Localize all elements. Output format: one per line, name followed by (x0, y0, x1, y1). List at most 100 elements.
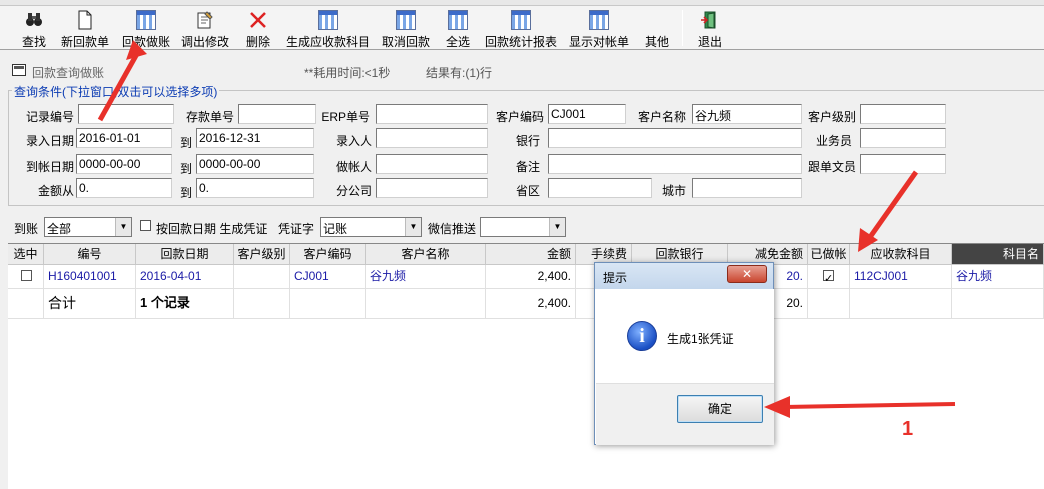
generate-ar-account-label: 生成应收款科目 (285, 35, 370, 49)
chevron-down-icon: ▼ (405, 218, 421, 236)
row-date: 2016-04-01 (136, 265, 234, 289)
load-edit-button[interactable]: 调出修改 (178, 8, 232, 49)
row-ar-account: 112CJ001 (850, 265, 952, 289)
entered-by-label: 录入人 (335, 134, 372, 148)
amount-from-input[interactable]: 0. (76, 178, 172, 198)
column-header-booked[interactable]: 已做帐 (808, 244, 850, 265)
grid-icon (589, 10, 609, 30)
total-blank-cell (234, 289, 290, 319)
grid-icon (318, 10, 338, 30)
voucher-by-date-label: 按回款日期 生成凭证 (156, 222, 268, 236)
receipt-report-button[interactable]: 回款统计报表 (482, 8, 560, 49)
total-blank-cell (850, 289, 952, 319)
row-booked-cell (808, 265, 850, 289)
total-amount: 2,400. (486, 289, 576, 319)
new-document-icon (78, 10, 92, 30)
annotation-number: 1 (902, 418, 914, 440)
voucher-by-date-checkbox[interactable] (140, 220, 151, 231)
customer-level-label: 客户级别 (807, 110, 856, 124)
toolbar: 查找 新回款单 回款做账 调出修改 删除 生成应收款科目 取消回款 全选 回款统… (0, 6, 1044, 50)
column-header-date[interactable]: 回款日期 (136, 244, 234, 265)
customer-level-input[interactable] (860, 104, 946, 124)
bank-input[interactable] (548, 128, 802, 148)
note-input[interactable] (548, 154, 802, 174)
row-account-name: 谷九频 (952, 265, 1044, 289)
grid-icon (511, 10, 531, 30)
delete-x-icon (250, 12, 266, 28)
follow-clerk-input[interactable] (860, 154, 946, 174)
record-no-input[interactable] (78, 104, 174, 124)
exit-button[interactable]: 退出 (692, 8, 728, 49)
row-select-cell (8, 265, 44, 289)
receipt-booking-button[interactable]: 回款做账 (120, 8, 172, 49)
erp-no-label: ERP单号 (321, 110, 370, 124)
deposit-no-input[interactable] (238, 104, 316, 124)
amount-from-label: 金额从 (37, 184, 74, 198)
row-select-checkbox[interactable] (21, 270, 32, 281)
arrival-filter-select[interactable]: 全部 ▼ (44, 217, 132, 237)
customer-code-input[interactable]: CJ001 (548, 104, 626, 124)
column-header-customer-name[interactable]: 客户名称 (366, 244, 486, 265)
arrival-date-from-input[interactable]: 0000-00-00 (76, 154, 172, 174)
row-booked-checkbox[interactable] (823, 268, 834, 288)
region-label: 省区 (515, 184, 540, 198)
voucher-word-select[interactable]: 记账 ▼ (320, 217, 422, 237)
entered-by-input[interactable] (376, 128, 488, 148)
cancel-receipt-label: 取消回款 (381, 35, 430, 49)
erp-no-input[interactable] (376, 104, 488, 124)
delete-button[interactable]: 删除 (240, 8, 276, 49)
row-customer-code: CJ001 (290, 265, 366, 289)
salesperson-input[interactable] (860, 128, 946, 148)
other-label: 其他 (644, 35, 669, 49)
dialog-title-bar: 提示 ✕ (595, 263, 773, 289)
show-statement-button[interactable]: 显示对帐单 (566, 8, 632, 49)
region-input[interactable] (548, 178, 652, 198)
wechat-push-select[interactable]: ▼ (480, 217, 566, 237)
entry-date-from-input[interactable]: 2016-01-01 (76, 128, 172, 148)
city-label: 城市 (661, 184, 686, 198)
booked-by-input[interactable] (376, 154, 488, 174)
load-edit-label: 调出修改 (180, 35, 229, 49)
generate-ar-account-button[interactable]: 生成应收款科目 (282, 8, 374, 49)
bank-label: 银行 (515, 134, 540, 148)
column-header-number[interactable]: 编号 (44, 244, 136, 265)
salesperson-label: 业务员 (815, 134, 852, 148)
total-blank-cell (290, 289, 366, 319)
arrival-date-label: 到帐日期 (25, 160, 74, 174)
grid-icon (448, 10, 468, 30)
chevron-down-icon: ▼ (549, 218, 565, 236)
grid-icon (136, 10, 156, 30)
to-label: 到 (179, 162, 192, 176)
find-button[interactable]: 查找 (16, 8, 52, 49)
city-input[interactable] (692, 178, 802, 198)
column-header-select[interactable]: 选中 (8, 244, 44, 265)
other-button[interactable]: 其他 (640, 8, 674, 49)
branch-input[interactable] (376, 178, 488, 198)
column-header-ar-account[interactable]: 应收款科目 (850, 244, 952, 265)
edit-document-icon (197, 11, 213, 29)
close-icon: ✕ (741, 267, 753, 281)
new-receipt-button[interactable]: 新回款单 (58, 8, 112, 49)
grid-icon (396, 10, 416, 30)
column-header-customer-code[interactable]: 客户编码 (290, 244, 366, 265)
column-header-amount[interactable]: 金额 (486, 244, 576, 265)
amount-to-input[interactable]: 0. (196, 178, 314, 198)
ok-button[interactable]: 确定 (677, 395, 763, 423)
total-count: 1 个记录 (136, 289, 234, 319)
arrival-date-to-input[interactable]: 0000-00-00 (196, 154, 314, 174)
note-label: 备注 (515, 160, 540, 174)
row-amount: 2,400. (486, 265, 576, 289)
delete-label: 删除 (245, 35, 270, 49)
entry-date-to-input[interactable]: 2016-12-31 (196, 128, 314, 148)
row-customer-name: 谷九频 (366, 265, 486, 289)
chevron-down-icon: ▼ (115, 218, 131, 236)
column-header-account-name[interactable]: 科目名 (952, 244, 1044, 265)
dialog-close-button[interactable]: ✕ (727, 265, 767, 283)
customer-name-input[interactable]: 谷九频 (692, 104, 802, 124)
deposit-no-label: 存款单号 (185, 110, 234, 124)
cancel-receipt-button[interactable]: 取消回款 (378, 8, 434, 49)
column-header-customer-level[interactable]: 客户级别 (234, 244, 290, 265)
binoculars-icon (26, 13, 42, 26)
arrival-filter-label: 到账 (14, 222, 39, 236)
select-all-button[interactable]: 全选 (440, 8, 476, 49)
